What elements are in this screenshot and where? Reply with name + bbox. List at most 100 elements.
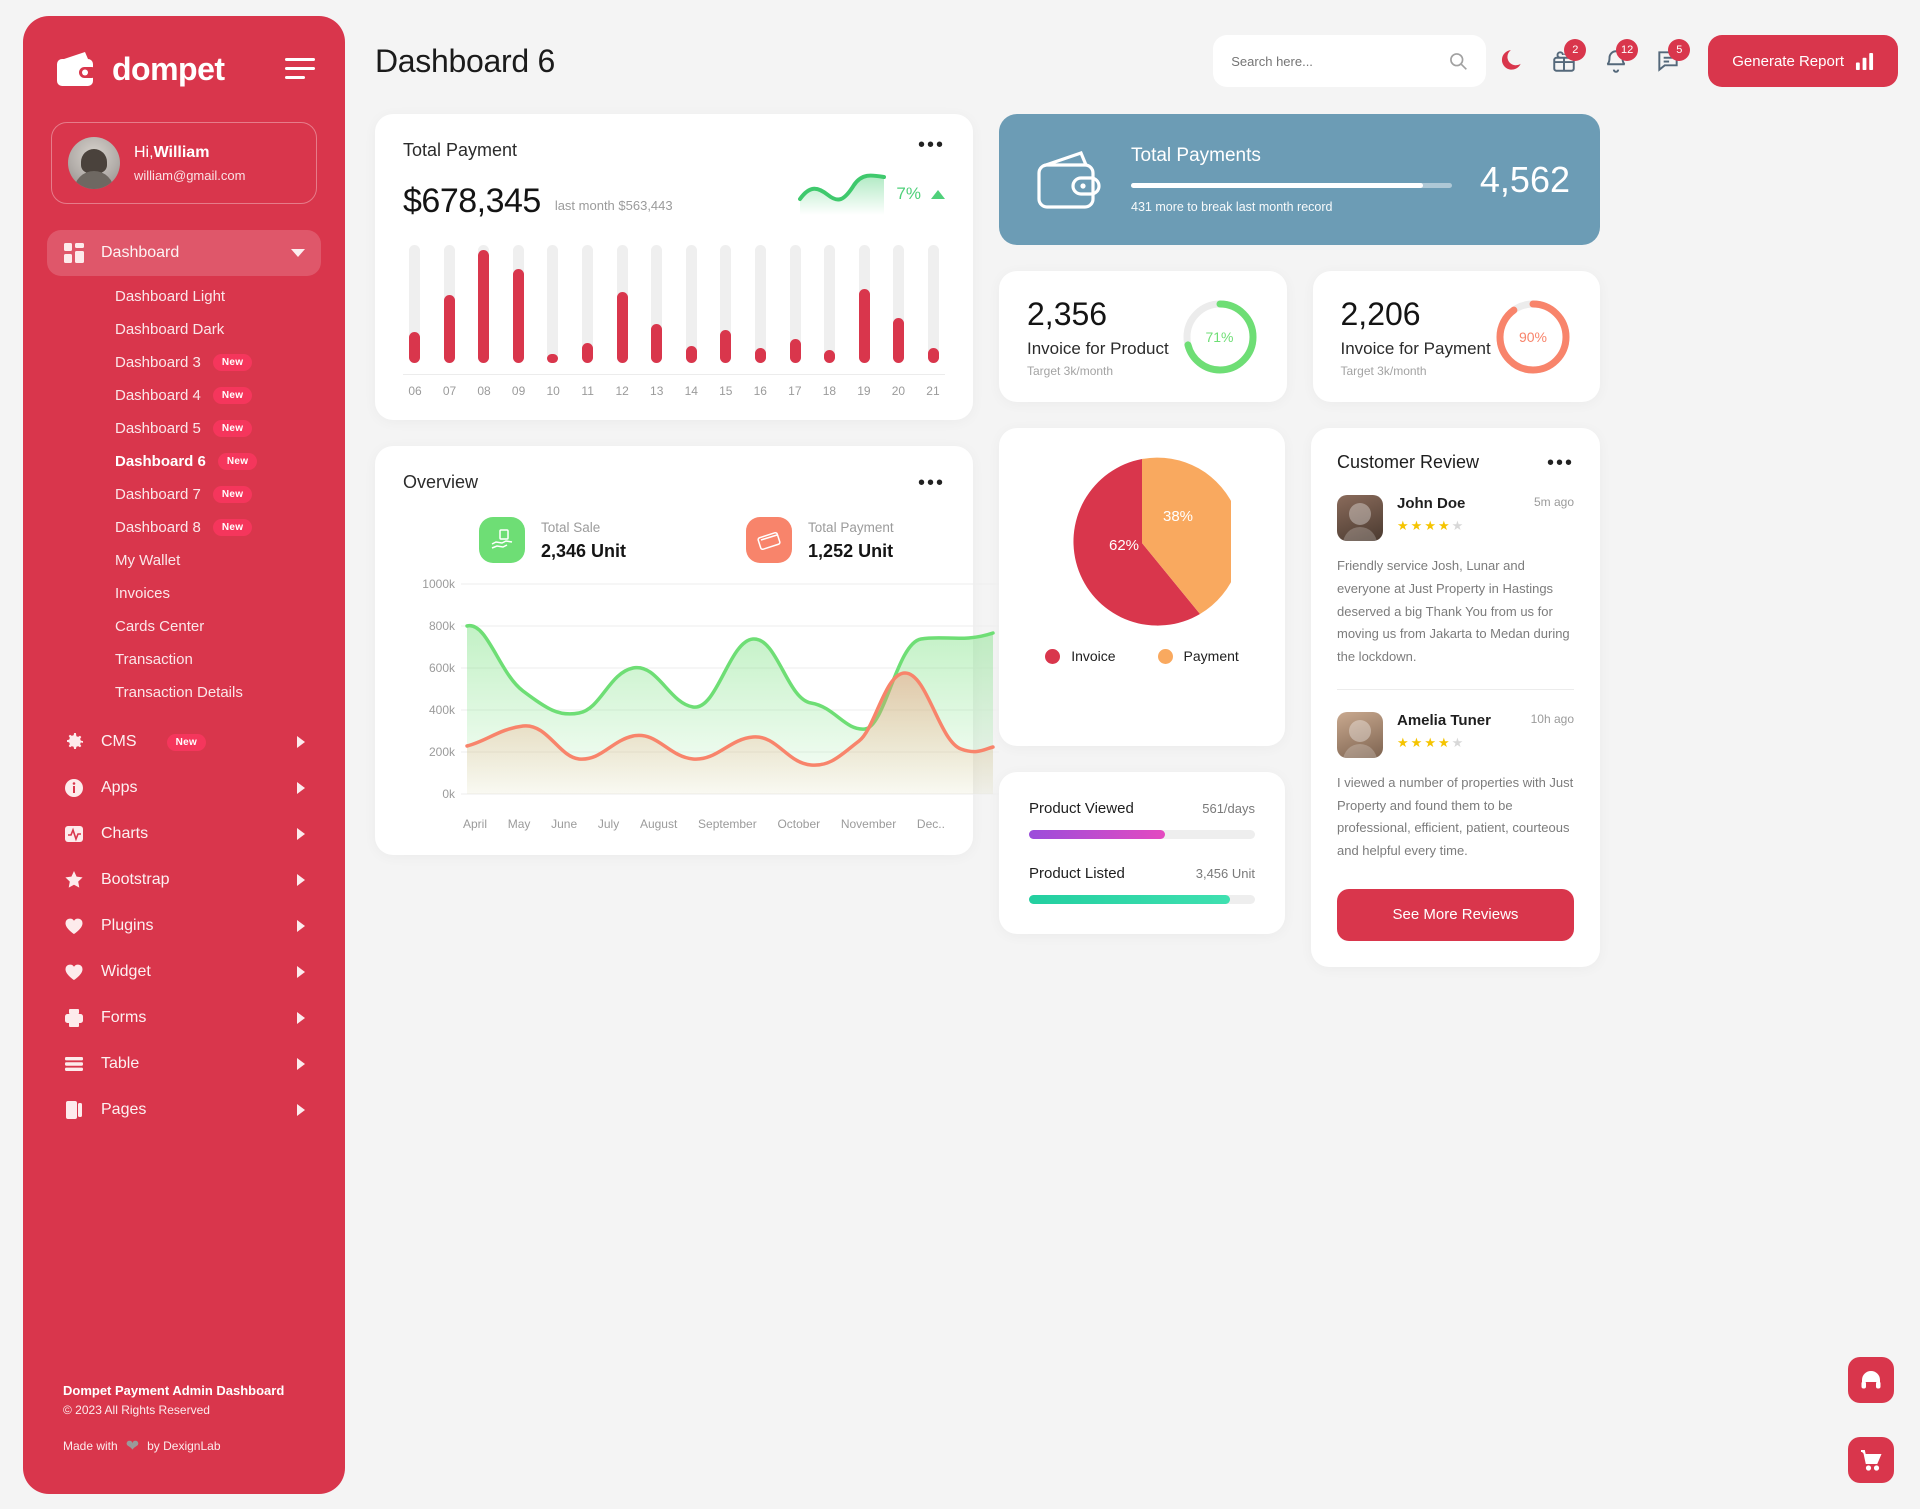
pie-legend: Invoice Payment bbox=[1045, 648, 1239, 664]
sidebar-subitem-dashboard-dark[interactable]: Dashboard Dark bbox=[47, 313, 321, 346]
sidebar-item-charts[interactable]: Charts bbox=[47, 811, 321, 857]
overview-x-tick: April bbox=[463, 817, 488, 831]
table-icon bbox=[63, 1053, 85, 1075]
total-payment-title: Total Payment bbox=[403, 140, 518, 160]
info-icon bbox=[63, 777, 85, 799]
bar-fill bbox=[616, 292, 628, 363]
sidebar-subitem-cards-center[interactable]: Cards Center bbox=[47, 610, 321, 643]
more-dots-icon[interactable]: ••• bbox=[1547, 453, 1574, 473]
total-payment-percent: 7% bbox=[896, 184, 921, 203]
invoice-card: 2,356 Invoice for Product Target 3k/month 7… bbox=[999, 271, 1287, 402]
more-dots-icon[interactable]: ••• bbox=[918, 473, 945, 493]
bar-fill bbox=[409, 332, 420, 363]
sidebar-subitem-my-wallet[interactable]: My Wallet bbox=[47, 544, 321, 577]
left-column: Total Payment ••• $678,345 last month $5… bbox=[375, 114, 999, 967]
overview-y-tick: 800k bbox=[428, 619, 455, 633]
product-progress-fill bbox=[1029, 895, 1231, 904]
legend-label: Payment bbox=[1183, 648, 1239, 664]
banner-title: Total Payments bbox=[1131, 145, 1261, 166]
sidebar-item-dashboard[interactable]: Dashboard bbox=[47, 230, 321, 276]
review-column: Customer Review ••• John Doe ★★★★★ 5m ago F… bbox=[1311, 428, 1600, 967]
product-stat-label: Product Listed bbox=[1029, 865, 1125, 882]
sidebar-item-pages[interactable]: Pages bbox=[47, 1087, 321, 1133]
sidebar-item-table[interactable]: Table bbox=[47, 1041, 321, 1087]
bar-track bbox=[616, 245, 628, 363]
bar-track bbox=[547, 245, 559, 363]
sidebar-subitem-label: Dashboard 8 bbox=[115, 519, 201, 536]
footer-made-suffix: by DexignLab bbox=[147, 1439, 221, 1453]
avatar bbox=[68, 137, 120, 189]
sidebar: dompet Hi,William william@gmail.com Dash… bbox=[23, 16, 345, 1494]
search-icon[interactable] bbox=[1448, 51, 1468, 71]
sidebar-subitem-dashboard-3[interactable]: Dashboard 3 New bbox=[47, 346, 321, 379]
chart-activity-icon bbox=[63, 823, 85, 845]
user-profile[interactable]: Hi,William william@gmail.com bbox=[51, 122, 317, 204]
profile-greeting: Hi,William bbox=[134, 142, 245, 164]
more-dots-icon[interactable]: ••• bbox=[918, 135, 945, 155]
sidebar-subitem-transaction-details[interactable]: Transaction Details bbox=[47, 676, 321, 709]
search-input[interactable] bbox=[1231, 53, 1449, 69]
overview-x-tick: October bbox=[777, 817, 821, 831]
bar-fill bbox=[512, 268, 524, 363]
sidebar-item-plugins[interactable]: Plugins bbox=[47, 903, 321, 949]
menu-icon[interactable] bbox=[285, 58, 315, 80]
greeting-prefix: Hi, bbox=[134, 143, 154, 161]
invoice-value: 2,206 bbox=[1340, 295, 1421, 332]
sidebar-item-cms[interactable]: CMS New bbox=[47, 719, 321, 765]
content-grid: Total Payment ••• $678,345 last month $5… bbox=[345, 114, 1898, 967]
review-item: Amelia Tuner ★★★★★ 10h ago I viewed a numbe… bbox=[1337, 711, 1574, 863]
sidebar-subitem-dashboard-6[interactable]: Dashboard 6 New bbox=[47, 445, 321, 478]
sidebar-subitem-dashboard-5[interactable]: Dashboard 5 New bbox=[47, 412, 321, 445]
gifts-button[interactable]: 2 bbox=[1538, 35, 1590, 87]
overview-x-tick: November bbox=[840, 817, 897, 831]
bar-chart-icon bbox=[1855, 52, 1874, 70]
sidebar-item-apps[interactable]: Apps bbox=[47, 765, 321, 811]
sidebar-subitem-label: Dashboard Dark bbox=[115, 321, 225, 338]
bar-axis-label: 06 bbox=[408, 384, 422, 398]
sidebar-subitem-label: Invoices bbox=[115, 585, 171, 602]
messages-button[interactable]: 5 bbox=[1642, 35, 1694, 87]
avatar bbox=[1337, 711, 1383, 758]
chevron-right-icon bbox=[297, 966, 305, 978]
support-fab[interactable] bbox=[1848, 1357, 1894, 1403]
sidebar-subitem-dashboard-light[interactable]: Dashboard Light bbox=[47, 280, 321, 313]
bar-fill bbox=[824, 350, 836, 363]
sidebar-subitem-transaction[interactable]: Transaction bbox=[47, 643, 321, 676]
sidebar-item-forms[interactable]: Forms bbox=[47, 995, 321, 1041]
total-payment-trend: 7% bbox=[798, 171, 945, 217]
product-progress-fill bbox=[1029, 830, 1165, 839]
message-badge: 5 bbox=[1668, 39, 1691, 61]
bar-track bbox=[789, 245, 801, 363]
sidebar-subitem-dashboard-7[interactable]: Dashboard 7 New bbox=[47, 478, 321, 511]
sidebar-subitem-invoices[interactable]: Invoices bbox=[47, 577, 321, 610]
dark-mode-toggle[interactable] bbox=[1486, 35, 1538, 87]
notifications-button[interactable]: 12 bbox=[1590, 35, 1642, 87]
see-more-reviews-button[interactable]: See More Reviews bbox=[1337, 888, 1574, 941]
sidebar-item-bootstrap[interactable]: Bootstrap bbox=[47, 857, 321, 903]
gift-badge: 2 bbox=[1564, 39, 1587, 61]
sidebar-subitem-label: Transaction Details bbox=[115, 684, 243, 701]
bar-track bbox=[443, 245, 455, 363]
sidebar-item-widget[interactable]: Widget bbox=[47, 949, 321, 995]
heart-icon bbox=[63, 915, 85, 937]
sidebar-subitem-dashboard-8[interactable]: Dashboard 8 New bbox=[47, 511, 321, 544]
overview-area-chart: 0k 200k 400k 600k 800k 1000k April May J… bbox=[403, 577, 999, 831]
pie-slice-label-invoice: 62% bbox=[1109, 537, 1139, 554]
bar-track bbox=[754, 245, 766, 363]
sidebar-footer: Dompet Payment Admin Dashboard © 2023 Al… bbox=[63, 1383, 284, 1456]
overview-y-tick: 0k bbox=[442, 787, 455, 801]
overview-title: Overview bbox=[403, 472, 479, 492]
generate-report-button[interactable]: Generate Report bbox=[1708, 35, 1898, 87]
footer-copyright: © 2023 All Rights Reserved bbox=[63, 1403, 210, 1417]
bar-track bbox=[927, 245, 939, 363]
search-box[interactable] bbox=[1213, 35, 1487, 87]
bar-axis-label: 12 bbox=[615, 384, 629, 398]
new-badge: New bbox=[212, 420, 253, 437]
cart-fab[interactable] bbox=[1848, 1437, 1894, 1483]
pie-legend-item: Invoice bbox=[1045, 648, 1116, 664]
review-item: John Doe ★★★★★ 5m ago Friendly service Josh… bbox=[1337, 495, 1574, 690]
triangle-up-icon bbox=[931, 189, 945, 199]
sidebar-subitem-dashboard-4[interactable]: Dashboard 4 New bbox=[47, 379, 321, 412]
total-payment-card: Total Payment ••• $678,345 last month $5… bbox=[375, 114, 973, 420]
bar-track bbox=[720, 245, 732, 363]
